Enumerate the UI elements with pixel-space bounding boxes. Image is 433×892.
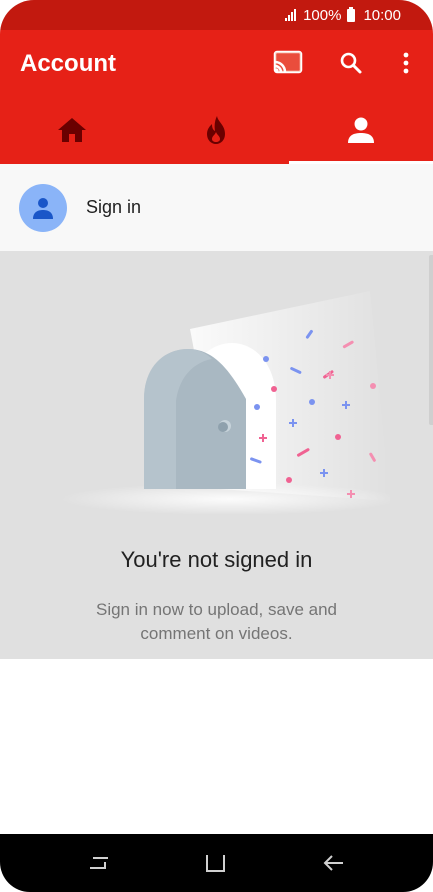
search-button[interactable] [335, 47, 367, 79]
more-options-button[interactable] [390, 47, 422, 79]
sign-in-label: Sign in [86, 197, 142, 217]
trending-icon [207, 116, 226, 144]
content-area [0, 659, 433, 834]
tab-trending[interactable] [144, 96, 288, 164]
avatar [19, 183, 67, 232]
back-button[interactable] [314, 843, 354, 883]
clock: 10:00 [363, 6, 401, 24]
home-button[interactable] [196, 843, 236, 883]
recent-apps-icon [89, 857, 108, 869]
home-icon [58, 118, 87, 142]
person-icon [33, 197, 53, 219]
edge-handle[interactable] [429, 255, 433, 425]
page-title: Account [20, 50, 116, 77]
battery-icon [347, 6, 356, 22]
search-icon [340, 52, 362, 74]
status-bar: 100% 10:00 [0, 0, 433, 30]
sign-in-row[interactable]: Sign in [0, 164, 433, 251]
tab-account[interactable] [288, 96, 433, 164]
signal-icon [285, 9, 297, 21]
open-door-illustration [60, 291, 390, 515]
cast-icon [273, 50, 303, 74]
phone-screen: 100% 10:00 Account Sign in You're not si… [0, 0, 433, 892]
cast-button[interactable] [272, 47, 304, 79]
recent-apps-button[interactable] [79, 843, 119, 883]
system-nav-bar [0, 834, 433, 892]
not-signed-in-heading: You're not signed in [120, 547, 313, 572]
not-signed-in-message: Sign in now to upload, save and comment … [95, 600, 337, 643]
app-bar: Account [0, 30, 433, 96]
back-icon [323, 855, 344, 871]
home-button-icon [206, 855, 226, 872]
battery-percent: 100% [303, 6, 342, 24]
not-signed-in-panel: You're not signed in Sign in now to uplo… [0, 251, 433, 659]
tab-bar [0, 96, 433, 164]
tab-home[interactable] [0, 96, 144, 164]
account-icon [347, 117, 374, 143]
more-vert-icon [403, 52, 409, 74]
